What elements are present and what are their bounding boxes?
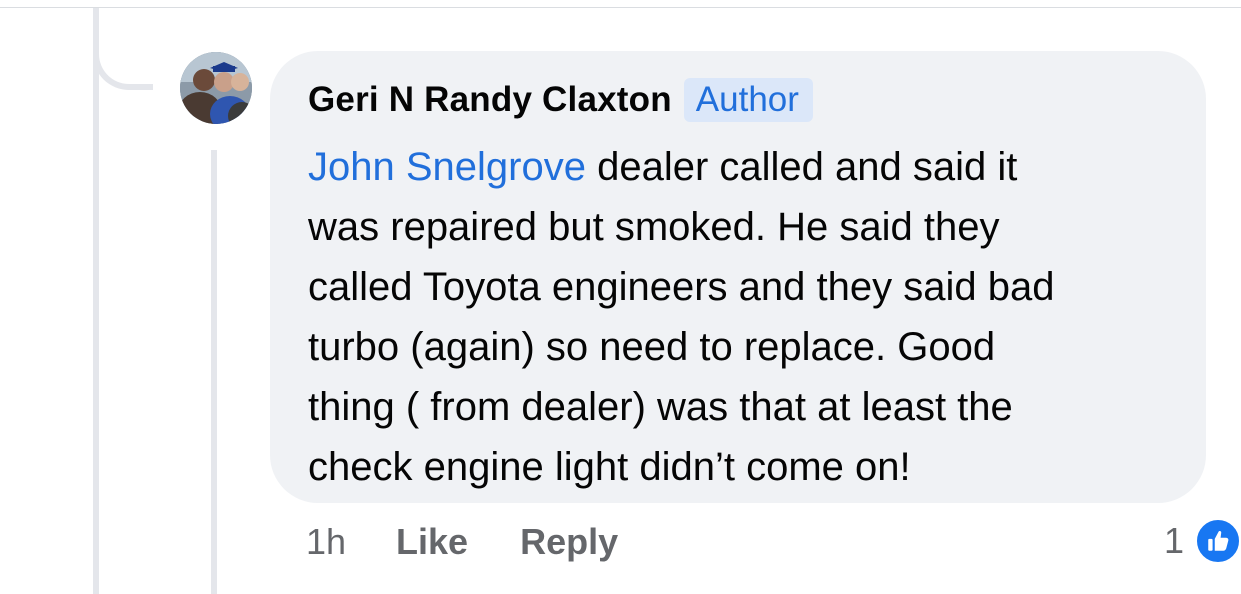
reply-button[interactable]: Reply: [520, 521, 618, 563]
comment-actions: 1h Like Reply: [306, 519, 670, 565]
author-badge: Author: [683, 78, 813, 122]
comment-text-line: was repaired but smoked. He said they: [308, 205, 1000, 249]
like-button[interactable]: Like: [396, 521, 468, 563]
comment-thread: Geri N Randy Claxton Author John Snelgro…: [0, 0, 1241, 594]
comment-text-line: called Toyota engineers and they said ba…: [308, 265, 1055, 309]
comment-text-line: check engine light didn’t come on!: [308, 445, 911, 489]
avatar-photo: [180, 52, 252, 124]
author-name[interactable]: Geri N Randy Claxton: [308, 80, 672, 120]
comment-text-line: dealer called and said it: [585, 145, 1018, 189]
comment-body: John Snelgrove dealer called and said it…: [308, 137, 1178, 497]
comment-bubble: Geri N Randy Claxton Author John Snelgro…: [270, 51, 1206, 503]
thread-connector: [93, 8, 153, 90]
thumbs-up-icon: [1194, 517, 1241, 565]
reaction-summary[interactable]: 1: [1164, 515, 1241, 567]
reply-thread-line: [211, 150, 217, 594]
reaction-count: 1: [1164, 520, 1185, 561]
comment-text-line: turbo (again) so need to replace. Good: [308, 325, 996, 369]
comment-text-line: thing ( from dealer) was that at least t…: [308, 385, 1013, 429]
mention-link[interactable]: John Snelgrove: [308, 145, 586, 189]
timestamp[interactable]: 1h: [306, 521, 346, 563]
thread-line: [93, 8, 99, 594]
comment-header: Geri N Randy Claxton Author: [308, 77, 1176, 123]
divider: [0, 7, 1241, 8]
avatar[interactable]: [180, 52, 252, 124]
